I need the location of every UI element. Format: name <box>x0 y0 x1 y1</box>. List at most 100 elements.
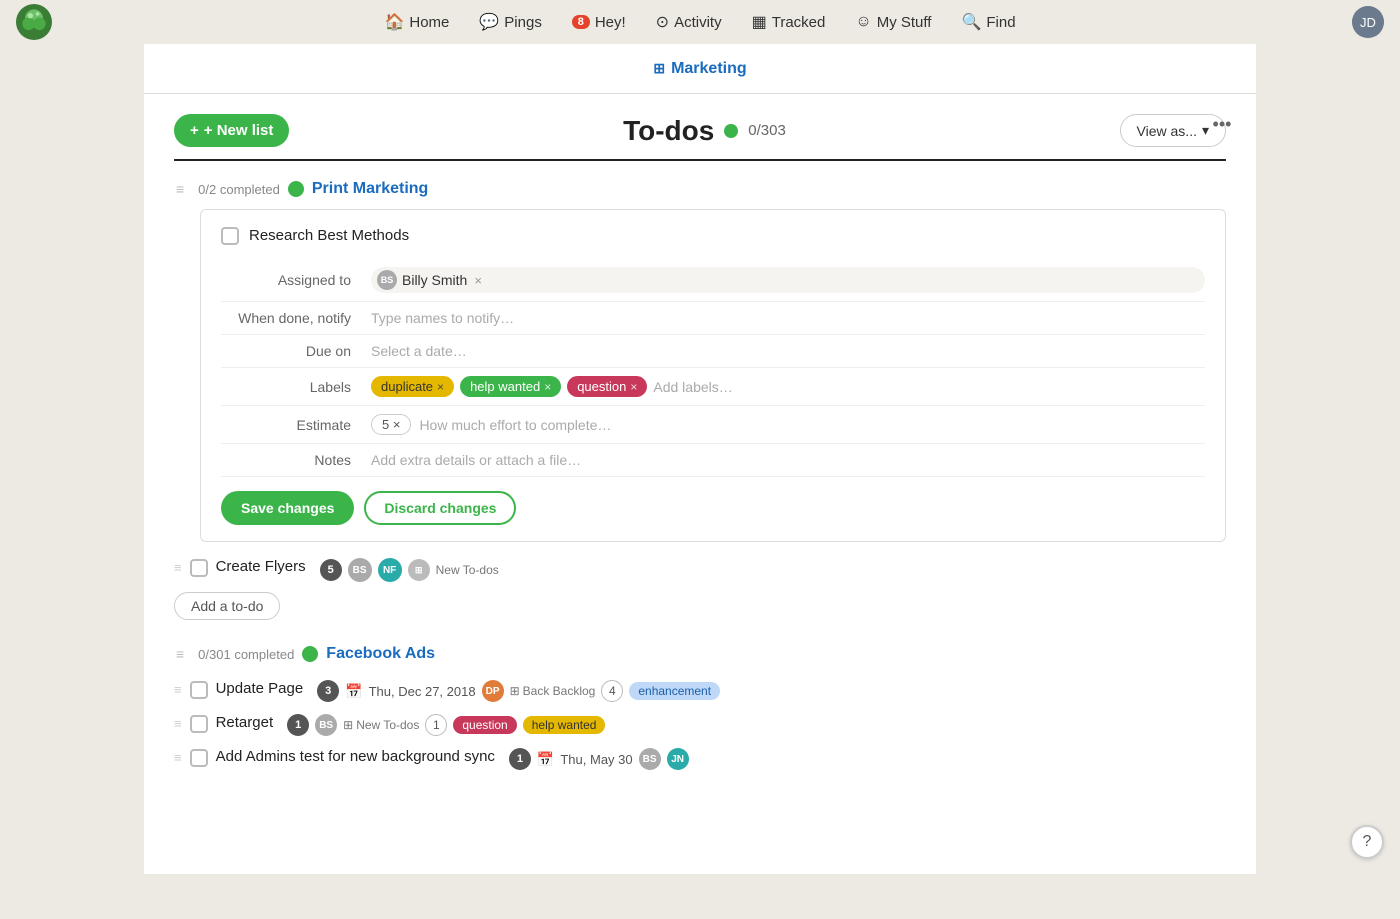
new-list-label: + New list <box>204 122 274 139</box>
due-on-row: Due on Select a date… <box>221 335 1205 368</box>
add-labels-button[interactable]: Add labels… <box>653 379 732 395</box>
help-button[interactable]: ? <box>1350 825 1384 859</box>
page-wrapper: ⊞ Marketing ••• + + New list To-dos 0/30… <box>0 44 1400 874</box>
drag-handle-icon[interactable]: ≡ <box>174 714 182 731</box>
nav-hey-label: Hey! <box>595 14 626 31</box>
add-todo-button[interactable]: Add a to-do <box>174 592 280 620</box>
nav-mystuff[interactable]: ☺ My Stuff <box>843 7 943 37</box>
remove-help-wanted-label-button[interactable]: × <box>544 380 551 394</box>
research-todo-checkbox[interactable] <box>221 227 239 245</box>
assignee-tag: BS Billy Smith × <box>371 267 1205 293</box>
new-todos-icon: ⊞ <box>408 559 430 581</box>
notes-label: Notes <box>221 452 371 468</box>
nav-activity-label: Activity <box>674 14 722 31</box>
pings-icon: 💬 <box>479 12 499 32</box>
label-question-text: question <box>577 379 626 394</box>
list-icon: ⊞ <box>510 684 520 698</box>
retarget-list-tag: ⊞ New To-dos <box>343 718 419 732</box>
more-options-button[interactable]: ••• <box>1206 108 1238 140</box>
label-help-wanted: help wanted × <box>460 376 561 397</box>
add-admins-checkbox[interactable] <box>190 749 208 767</box>
retarget-meta: 1 BS ⊞ New To-dos 1 question help wanted <box>287 714 605 736</box>
print-marketing-title[interactable]: Print Marketing <box>312 180 428 198</box>
notify-label: When done, notify <box>221 310 371 326</box>
expanded-title-row: Research Best Methods <box>221 226 1205 245</box>
update-page-due: Thu, Dec 27, 2018 <box>369 684 476 699</box>
nav-home-label: Home <box>409 14 449 31</box>
remove-assignee-button[interactable]: × <box>474 273 482 288</box>
label-question: question × <box>567 376 647 397</box>
facebook-ads-section: ≡ 0/301 completed Facebook Ads ≡ Update … <box>174 644 1226 776</box>
update-page-checkbox[interactable] <box>190 681 208 699</box>
create-flyers-meta: 5 BS NF ⊞ New To-dos <box>320 558 499 582</box>
todos-count: 0/303 <box>748 122 786 139</box>
update-page-text: Update Page <box>216 680 304 697</box>
app-logo[interactable] <box>16 4 52 40</box>
estimate-row: Estimate 5 × How much effort to complete… <box>221 406 1205 444</box>
update-page-item: ≡ Update Page 3 📅 Thu, Dec 27, 2018 DP ⊞… <box>174 674 1226 708</box>
drag-handle-icon[interactable]: ≡ <box>174 680 182 697</box>
view-as-label: View as... <box>1137 123 1197 139</box>
discard-changes-button[interactable]: Discard changes <box>364 491 516 525</box>
facebook-ads-header: ≡ 0/301 completed Facebook Ads <box>174 644 1226 664</box>
todos-header: + + New list To-dos 0/303 View as... ▾ <box>174 114 1226 147</box>
find-icon: 🔍 <box>961 12 981 32</box>
labels-row: Labels duplicate × help wanted × questio… <box>221 368 1205 406</box>
enhancement-badge: enhancement <box>629 682 720 700</box>
project-title[interactable]: ⊞ Marketing <box>653 60 746 78</box>
expanded-todo-card: Research Best Methods Assigned to BS Bil… <box>200 209 1226 542</box>
drag-handle-icon[interactable]: ≡ <box>174 748 182 765</box>
nav-pings[interactable]: 💬 Pings <box>467 6 553 38</box>
estimate-badge[interactable]: 5 × <box>371 414 411 435</box>
due-on-input[interactable]: Select a date… <box>371 343 467 359</box>
billy-s-retarget-avatar: BS <box>315 714 337 736</box>
grid-icon: ⊞ <box>653 60 665 77</box>
update-page-list-tag: ⊞ Back Backlog <box>510 684 596 698</box>
section-divider <box>174 159 1226 161</box>
action-buttons: Save changes Discard changes <box>221 491 1205 525</box>
notes-input[interactable]: Add extra details or attach a file… <box>371 452 581 468</box>
facebook-ads-completed: 0/301 completed <box>198 647 294 662</box>
nav-home[interactable]: 🏠 Home <box>372 6 461 38</box>
user-avatar[interactable]: JD <box>1352 6 1384 38</box>
update-page-num: 4 <box>601 680 623 702</box>
create-flyers-checkbox[interactable] <box>190 559 208 577</box>
nick-f-avatar: NF <box>378 558 402 582</box>
retarget-checkbox[interactable] <box>190 715 208 733</box>
activity-icon: ⊙ <box>656 12 669 32</box>
list-icon: ⊞ <box>343 718 353 732</box>
new-list-plus-icon: + <box>190 122 199 139</box>
assignee-name: Billy Smith <box>402 272 467 288</box>
todos-title: To-dos <box>623 115 714 147</box>
facebook-ads-title[interactable]: Facebook Ads <box>326 645 435 663</box>
nav-tracked-label: Tracked <box>772 14 826 31</box>
nav-hey[interactable]: 8 Hey! <box>560 8 638 37</box>
notify-input[interactable]: Type names to notify… <box>371 310 514 326</box>
create-flyers-list-tag: New To-dos <box>436 563 499 577</box>
remove-question-label-button[interactable]: × <box>630 380 637 394</box>
nav-activity[interactable]: ⊙ Activity <box>644 6 734 38</box>
tracked-icon: ▦ <box>752 12 767 32</box>
nav-items: 🏠 Home 💬 Pings 8 Hey! ⊙ Activity ▦ Track… <box>372 6 1027 38</box>
nav-tracked[interactable]: ▦ Tracked <box>740 6 838 38</box>
todos-status-dot <box>724 124 738 138</box>
avatar-circle: JD <box>1352 6 1384 38</box>
drag-handle-icon[interactable]: ≡ <box>174 644 186 664</box>
update-page-meta: 3 📅 Thu, Dec 27, 2018 DP ⊞ Back Backlog … <box>317 680 720 702</box>
nav-find[interactable]: 🔍 Find <box>949 6 1027 38</box>
new-list-button[interactable]: + + New list <box>174 114 289 147</box>
add-admins-due: Thu, May 30 <box>560 752 632 767</box>
assigned-to-row: Assigned to BS Billy Smith × <box>221 259 1205 302</box>
label-duplicate: duplicate × <box>371 376 454 397</box>
labels-value: duplicate × help wanted × question × Add… <box>371 376 1205 397</box>
add-admins-item: ≡ Add Admins test for new background syn… <box>174 742 1226 776</box>
drag-handle-icon[interactable]: ≡ <box>174 558 182 575</box>
create-flyers-text: Create Flyers <box>216 558 306 575</box>
print-marketing-section: ≡ 0/2 completed Print Marketing Research… <box>174 179 1226 620</box>
assigned-to-value: BS Billy Smith × <box>371 267 1205 293</box>
save-changes-button[interactable]: Save changes <box>221 491 354 525</box>
jalen-n-avatar: JN <box>667 748 689 770</box>
remove-duplicate-label-button[interactable]: × <box>437 380 444 394</box>
drag-handle-icon[interactable]: ≡ <box>174 179 186 199</box>
label-help-wanted-text: help wanted <box>470 379 540 394</box>
